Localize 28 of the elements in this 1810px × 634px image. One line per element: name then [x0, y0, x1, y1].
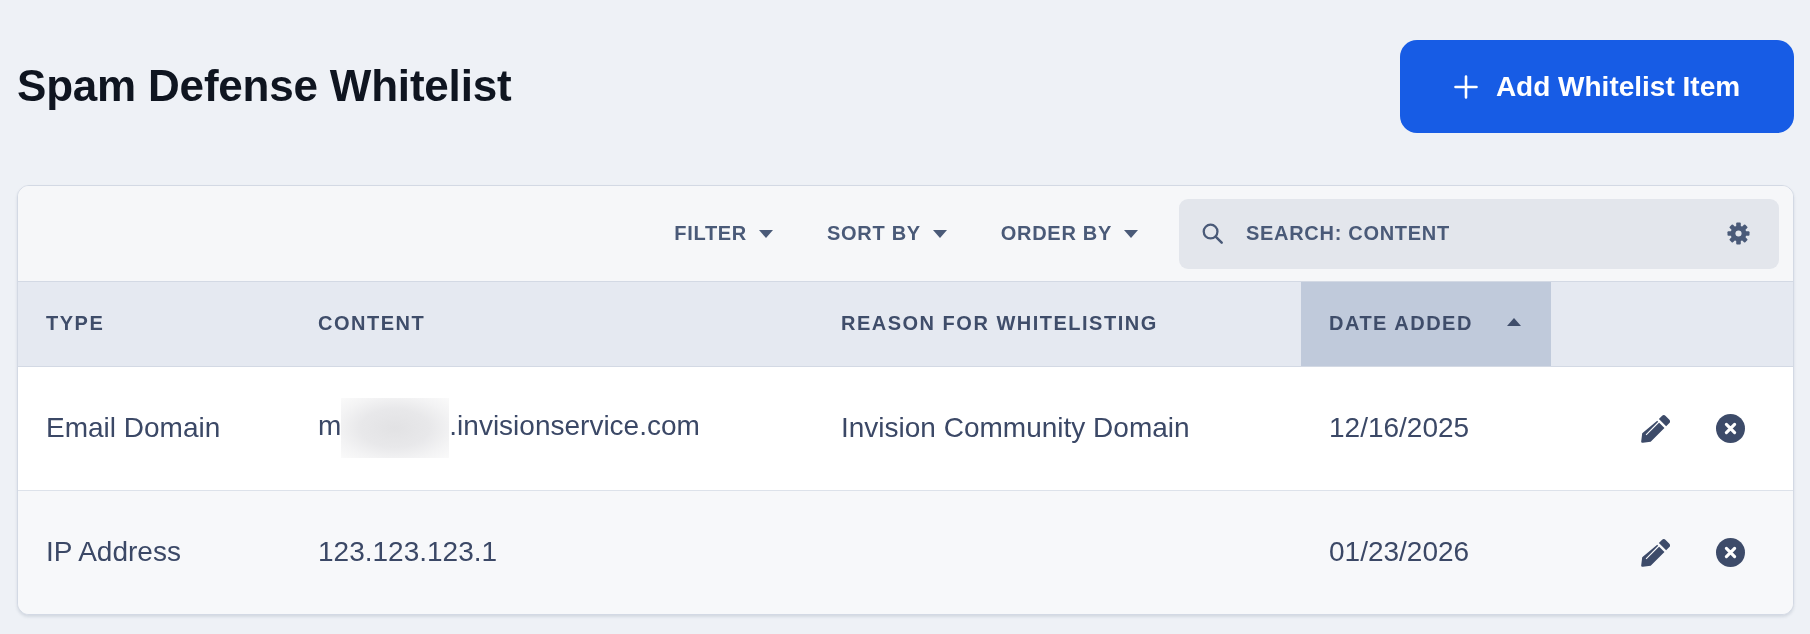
add-button[interactable]: Add Whitelist Item [1400, 40, 1794, 133]
column-header[interactable]: CONTENT [290, 282, 813, 366]
x-circle-icon[interactable] [1716, 537, 1745, 567]
cell-text: 12/16/2025 [1329, 412, 1470, 443]
cell-text: m [318, 410, 342, 442]
caret-icon [932, 229, 947, 238]
cell-text: IP Address [46, 536, 181, 568]
pencil-icon[interactable] [1641, 413, 1670, 443]
dropdown-button[interactable]: FILTER [654, 212, 794, 255]
column-header[interactable]: REASON FOR WHITELISTING [813, 282, 1301, 366]
caret-icon [1124, 229, 1138, 238]
column-header[interactable]: DATE ADDED [1301, 282, 1551, 366]
search-field[interactable]: SEARCH: CONTENT [1179, 198, 1779, 269]
cell-text: Invision Community Domain [841, 412, 1190, 443]
x-circle-icon[interactable] [1716, 413, 1745, 443]
search-icon [1202, 222, 1223, 244]
cell-text: 123.123.123.1 [318, 536, 498, 568]
dropdown-button[interactable]: ORDER BY [980, 212, 1158, 255]
cell-text: 01/23/2026 [1329, 536, 1470, 568]
column-header[interactable]: TYPE [18, 282, 290, 366]
caret-icon [759, 229, 774, 238]
page-title: Spam Defense Whitelist [17, 61, 512, 112]
settings-icon[interactable] [1727, 221, 1750, 245]
cell-text: Email Domain [46, 412, 221, 443]
plus-icon [1453, 74, 1478, 99]
dropdown-button[interactable]: SORT BY [807, 212, 967, 255]
cell-text: .invisionservice.com [449, 410, 700, 442]
pencil-icon[interactable] [1641, 537, 1670, 567]
